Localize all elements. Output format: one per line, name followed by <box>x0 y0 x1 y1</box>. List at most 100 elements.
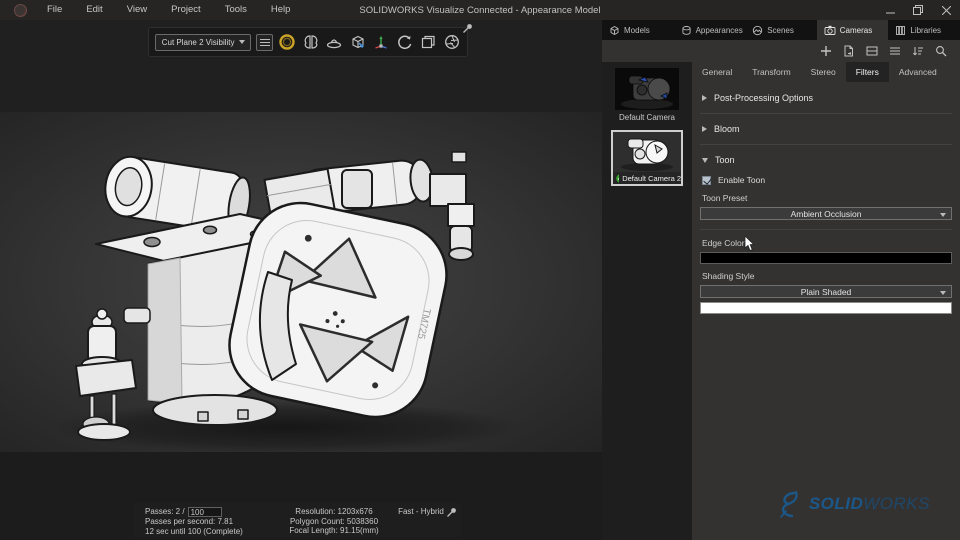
section-label: Post-Processing Options <box>714 93 814 103</box>
render-status-overlay: Passes: 2 / Passes per second: 7.81 12 s… <box>133 503 461 537</box>
camera-name: Default Camera <box>618 113 676 122</box>
chevron-down-icon <box>940 212 946 217</box>
enable-toon-label: Enable Toon <box>718 175 766 185</box>
render-eta: 12 sec until 100 (Complete) <box>145 526 243 536</box>
search-icon[interactable] <box>934 44 948 58</box>
close-button[interactable] <box>932 0 960 20</box>
watermark-works: WORKS <box>863 494 930 513</box>
shading-style-label: Shading Style <box>702 271 755 281</box>
add-icon[interactable] <box>819 44 833 58</box>
toon-preset-dropdown[interactable]: Ambient Occlusion <box>700 207 952 220</box>
check-icon <box>616 173 620 183</box>
solidworks-watermark: SOLIDWORKS <box>778 490 930 518</box>
section-label: Bloom <box>714 124 740 134</box>
tab-models[interactable]: Models <box>602 20 674 40</box>
camera-thumbnail-selected[interactable] <box>613 132 681 172</box>
viewport-toolbar: Cut Plane 2 Visibility <box>148 24 472 57</box>
gold-ring-icon[interactable] <box>278 32 296 52</box>
tab-scenes[interactable]: Scenes <box>745 20 817 40</box>
section-bloom[interactable]: Bloom <box>692 119 960 139</box>
shading-style-dropdown[interactable]: Plain Shaded <box>700 285 952 298</box>
tab-cameras[interactable]: Cameras <box>816 20 889 40</box>
subtab-stereo[interactable]: Stereo <box>801 62 846 82</box>
pin-icon[interactable] <box>446 507 457 521</box>
passes-target-input[interactable] <box>187 507 222 517</box>
subtab-general[interactable]: General <box>692 62 742 82</box>
aperture-icon[interactable] <box>442 32 460 52</box>
menu-project[interactable]: Project <box>159 0 213 20</box>
camera-icon <box>824 25 836 35</box>
cut-plane-dropdown-value: Cut Plane 2 Visibility <box>161 37 235 47</box>
subtab-advanced[interactable]: Advanced <box>889 62 947 82</box>
camera-thumbnail[interactable] <box>615 68 679 110</box>
edge-color-label: Edge Color <box>702 238 745 248</box>
enable-toon-row: Enable Toon <box>692 172 960 188</box>
chevron-right-icon <box>702 126 707 132</box>
camera-options-panel: General Transform Stereo Filters Advance… <box>692 62 960 540</box>
title-bar: File Edit View Project Tools Help SOLIDW… <box>0 0 960 20</box>
subtab-filters[interactable]: Filters <box>845 62 889 82</box>
turntable-icon[interactable] <box>325 32 343 52</box>
toon-preset-value: Ambient Occlusion <box>790 208 862 219</box>
camera-subtabs: General Transform Stereo Filters Advance… <box>692 62 960 82</box>
cube-icon <box>610 25 619 35</box>
camera-name: Default Camera 2 <box>622 173 681 183</box>
list-icon[interactable] <box>888 44 902 58</box>
render-mode: Fast - Hybrid <box>398 507 444 516</box>
camera-cube-icon[interactable] <box>349 32 367 52</box>
menu-view[interactable]: View <box>115 0 159 20</box>
tab-appearances[interactable]: Appearances <box>673 20 746 40</box>
library-icon <box>896 25 906 35</box>
camera-item-default-2[interactable]: Default Camera 2 <box>611 130 683 186</box>
viewport-3d[interactable]: TM725 Cut Plane 2 Visibility Passes: 2 /… <box>0 20 602 540</box>
edge-color-swatch[interactable] <box>700 252 952 264</box>
tab-appearances-label: Appearances <box>695 25 743 35</box>
menu-help[interactable]: Help <box>259 0 303 20</box>
move-axes-icon[interactable] <box>372 32 390 52</box>
sort-icon[interactable] <box>911 44 925 58</box>
passes-label: Passes: 2 / <box>145 507 185 517</box>
subtab-transform[interactable]: Transform <box>742 62 800 82</box>
menu-tools[interactable]: Tools <box>213 0 259 20</box>
hamburger-icon[interactable] <box>256 33 274 51</box>
minimize-button[interactable] <box>876 0 904 20</box>
camera-list: Default Camera Default Camera 2 <box>602 62 692 540</box>
tab-libraries[interactable]: Libraries <box>888 20 960 40</box>
menu-file[interactable]: File <box>35 0 74 20</box>
shading-style-value: Plain Shaded <box>800 286 852 297</box>
split-model-icon[interactable] <box>302 32 320 52</box>
export-icon[interactable] <box>842 44 856 58</box>
split-view-icon[interactable] <box>865 44 879 58</box>
chevron-down-icon <box>940 290 946 295</box>
cut-plane-dropdown[interactable]: Cut Plane 2 Visibility <box>155 33 252 51</box>
tab-cameras-label: Cameras <box>839 25 873 35</box>
camera-item-default[interactable]: Default Camera <box>615 68 679 122</box>
chevron-down-icon <box>702 157 708 163</box>
rotate-icon[interactable] <box>396 32 414 52</box>
toon-preset-label: Toon Preset <box>702 193 748 203</box>
dassault-3ds-icon <box>780 490 798 518</box>
section-post-processing[interactable]: Post-Processing Options <box>692 88 960 108</box>
scene-icon <box>753 25 763 35</box>
watermark-solid: SOLID <box>808 494 864 513</box>
enable-toon-checkbox[interactable] <box>702 175 711 185</box>
restore-button[interactable] <box>904 0 932 20</box>
pin-icon[interactable] <box>462 23 473 37</box>
divider <box>700 144 952 145</box>
section-label: Toon <box>715 155 735 165</box>
tab-models-label: Models <box>624 25 650 35</box>
section-toon[interactable]: Toon <box>692 150 960 170</box>
app-window: File Edit View Project Tools Help SOLIDW… <box>0 0 960 540</box>
focal-length: Focal Length: 91.15(mm) <box>289 526 379 535</box>
shading-color-swatch[interactable] <box>700 302 952 314</box>
tab-scenes-label: Scenes <box>767 25 794 35</box>
app-logo-icon <box>14 3 27 17</box>
polygon-count: Polygon Count: 5038360 <box>289 516 379 526</box>
render-canvas[interactable]: TM725 <box>0 112 602 452</box>
menu-edit[interactable]: Edit <box>74 0 114 20</box>
chevron-right-icon <box>702 95 707 101</box>
divider <box>700 113 952 114</box>
material-icon <box>682 25 691 35</box>
camera-actions-bar <box>602 40 960 62</box>
snapshot-icon[interactable] <box>419 32 437 52</box>
